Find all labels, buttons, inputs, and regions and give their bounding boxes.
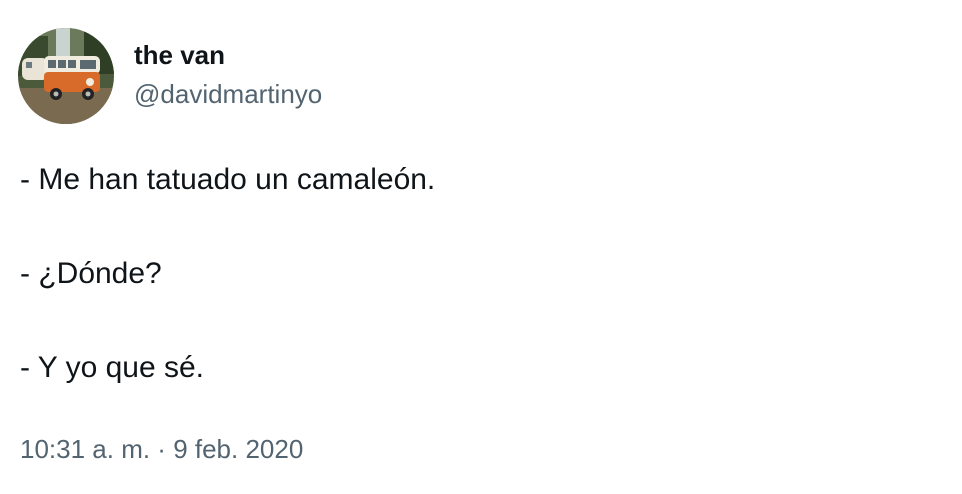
avatar-van-photo xyxy=(18,28,114,124)
tweet-line: - ¿Dónde? xyxy=(20,257,162,290)
tweet-timestamp: 10:31 a. m. · 9 feb. 2020 xyxy=(20,433,303,465)
tweet-line: - Me han tatuado un camaleón. xyxy=(20,163,436,196)
tweet-time-link[interactable]: 10:31 a. m. xyxy=(20,434,150,464)
tweet-card: the van @davidmartinyo - Me han tatuado … xyxy=(0,0,962,494)
tweet-line: - Y yo que sé. xyxy=(20,351,205,384)
line-spacer xyxy=(20,198,940,256)
author-display-name[interactable]: the van xyxy=(134,40,322,70)
meta-separator: · xyxy=(150,434,174,464)
line-spacer xyxy=(20,292,940,350)
tweet-text: - Me han tatuado un camaleón. - ¿Dónde? … xyxy=(20,162,940,386)
avatar[interactable] xyxy=(18,28,114,124)
tweet-header: the van @davidmartinyo xyxy=(18,28,322,124)
author-handle[interactable]: @davidmartinyo xyxy=(134,79,322,109)
author-names: the van @davidmartinyo xyxy=(134,28,322,109)
tweet-date-link[interactable]: 9 feb. 2020 xyxy=(173,434,303,464)
